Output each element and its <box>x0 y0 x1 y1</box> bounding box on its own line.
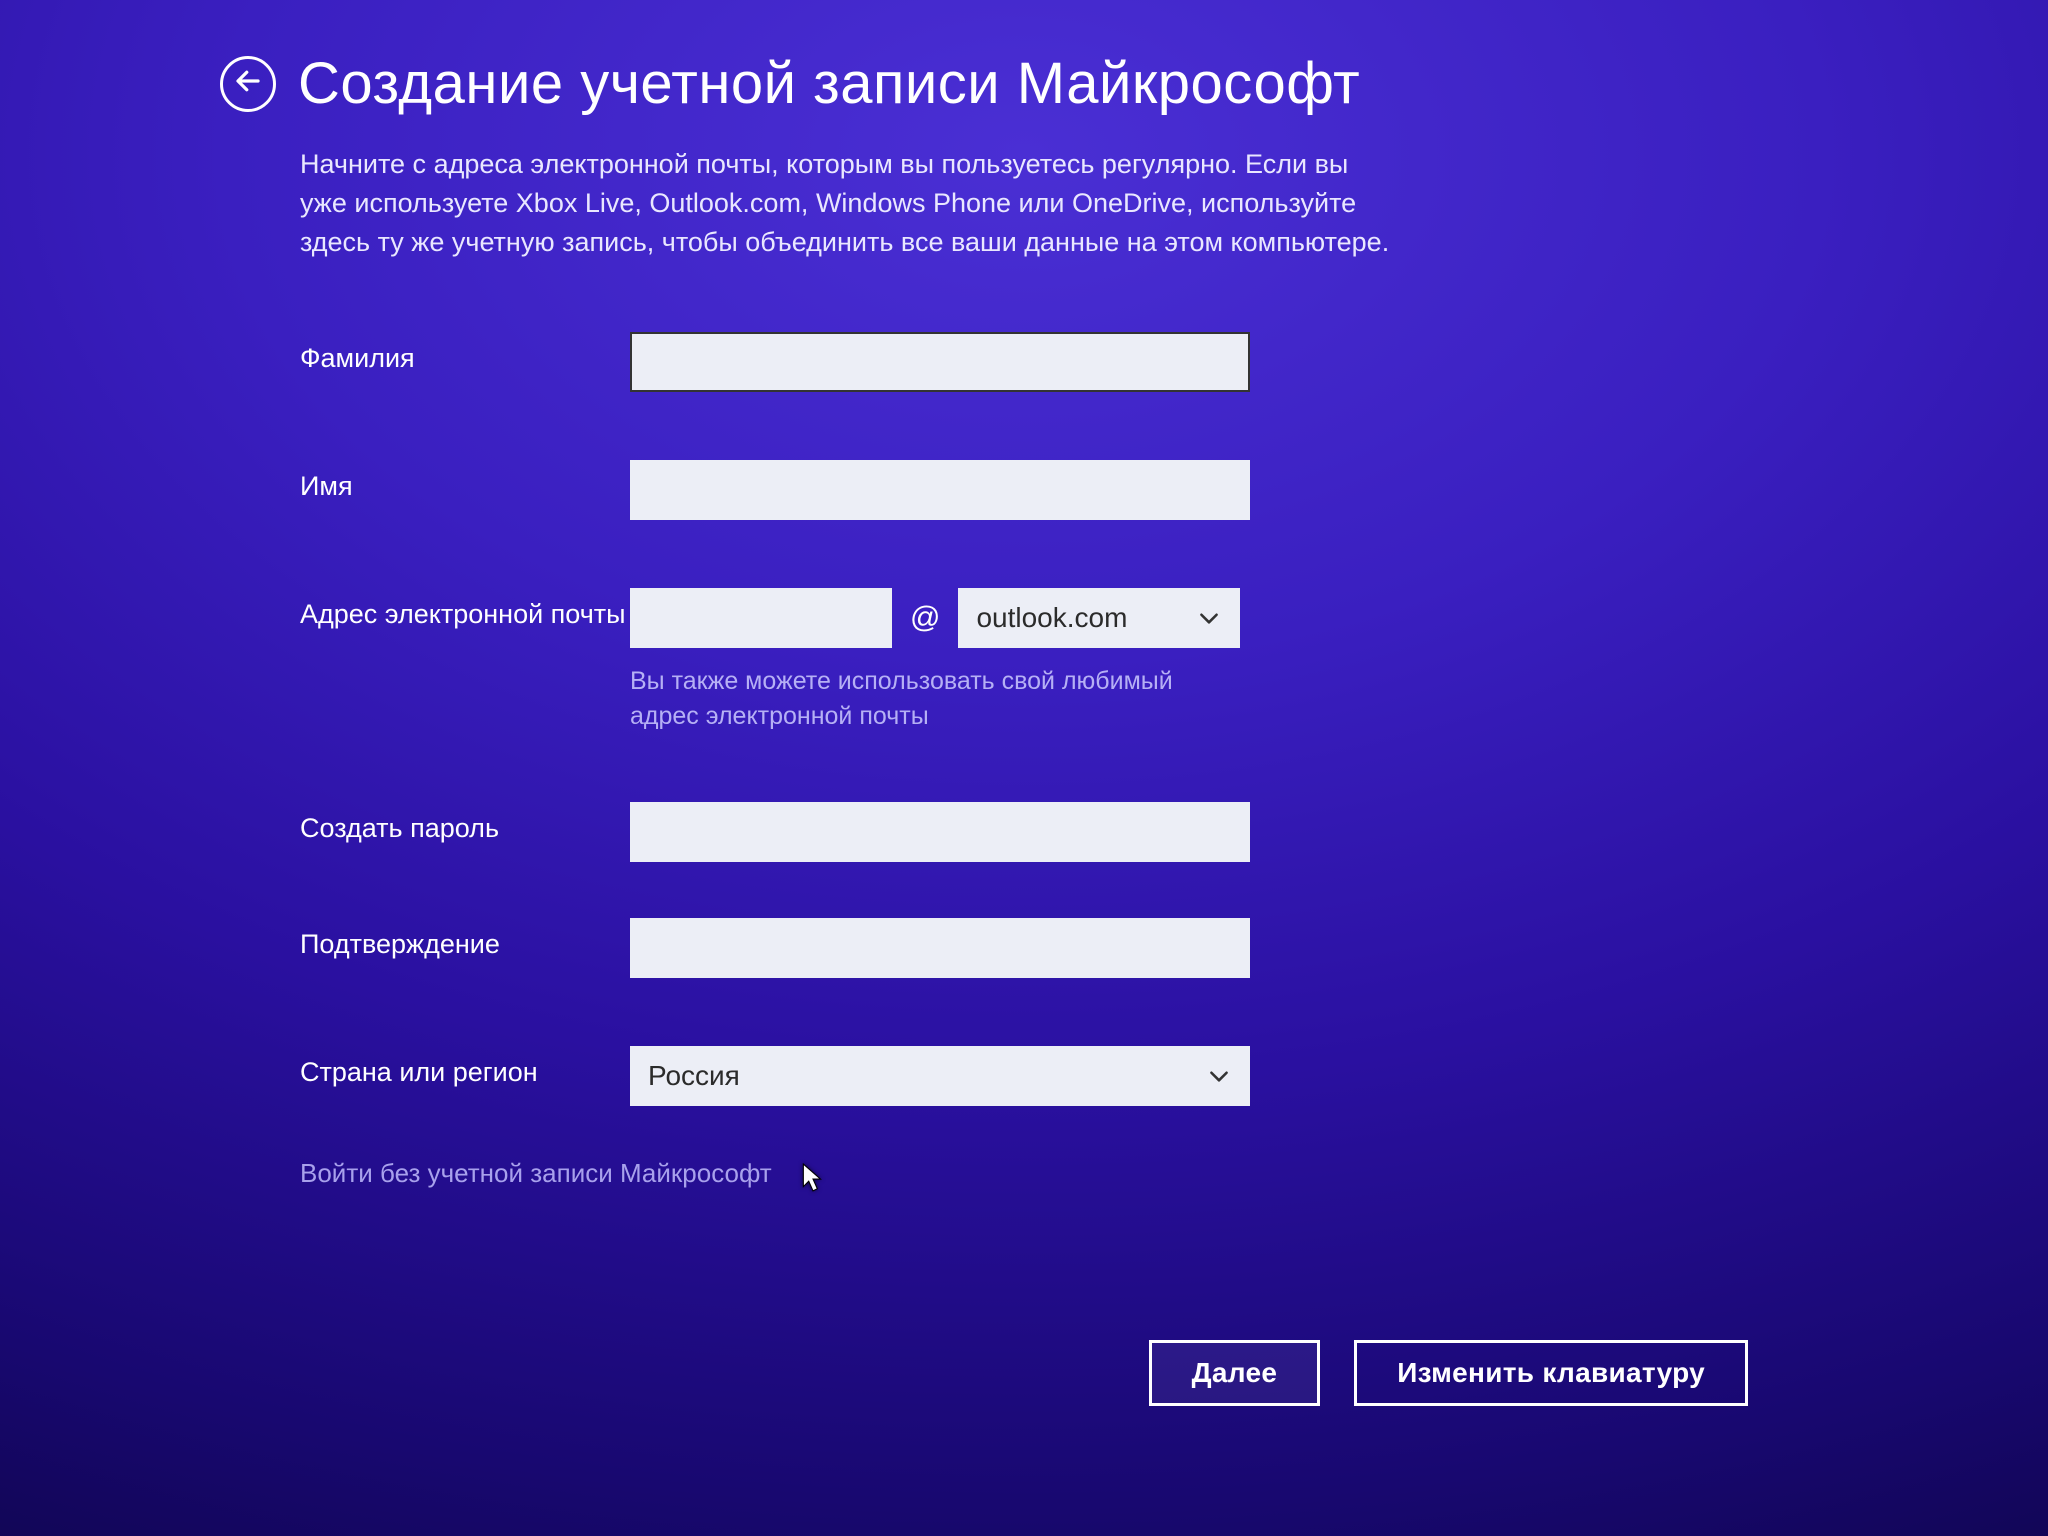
country-select[interactable]: Россия <box>630 1046 1250 1106</box>
email-hint: Вы также можете использовать свой любимы… <box>630 664 1190 734</box>
change-keyboard-button[interactable]: Изменить клавиатуру <box>1354 1340 1748 1406</box>
page-subtitle: Начните с адреса электронной почты, кото… <box>0 145 1700 262</box>
back-button[interactable] <box>220 56 276 112</box>
email-domain-value: outlook.com <box>976 602 1127 634</box>
email-domain-select[interactable]: outlook.com <box>958 588 1240 648</box>
row-password: Создать пароль <box>300 802 1748 862</box>
label-country: Страна или регион <box>300 1046 630 1090</box>
next-button[interactable]: Далее <box>1149 1340 1321 1406</box>
label-last-name: Фамилия <box>300 332 630 376</box>
page-title: Создание учетной записи Майкрософт <box>298 50 1360 117</box>
row-email: Адрес электронной почты @ outlook.com В <box>300 588 1748 734</box>
row-confirm: Подтверждение <box>300 918 1748 978</box>
mouse-cursor-icon <box>802 1163 824 1193</box>
country-value: Россия <box>648 1060 740 1092</box>
signin-without-account-link[interactable]: Войти без учетной записи Майкрософт <box>300 1158 772 1189</box>
row-last-name: Фамилия <box>300 332 1748 392</box>
arrow-left-icon <box>233 66 263 101</box>
password-input[interactable] <box>630 802 1250 862</box>
footer-buttons: Далее Изменить клавиатуру <box>1149 1340 1748 1406</box>
confirm-password-input[interactable] <box>630 918 1250 978</box>
chevron-down-icon <box>1206 1063 1232 1089</box>
label-password: Создать пароль <box>300 802 630 846</box>
label-first-name: Имя <box>300 460 630 504</box>
at-symbol: @ <box>910 601 940 635</box>
header: Создание учетной записи Майкрософт <box>0 50 2048 117</box>
label-confirm: Подтверждение <box>300 918 630 962</box>
last-name-input[interactable] <box>630 332 1250 392</box>
label-email: Адрес электронной почты <box>300 588 630 632</box>
first-name-input[interactable] <box>630 460 1250 520</box>
email-local-input[interactable] <box>630 588 892 648</box>
chevron-down-icon <box>1196 605 1222 631</box>
row-country: Страна или регион Россия <box>300 1046 1748 1106</box>
account-form: Фамилия Имя Адрес электронной почты @ ou… <box>0 332 2048 1189</box>
oobe-create-account-screen: Создание учетной записи Майкрософт Начни… <box>0 0 2048 1536</box>
row-first-name: Имя <box>300 460 1748 520</box>
